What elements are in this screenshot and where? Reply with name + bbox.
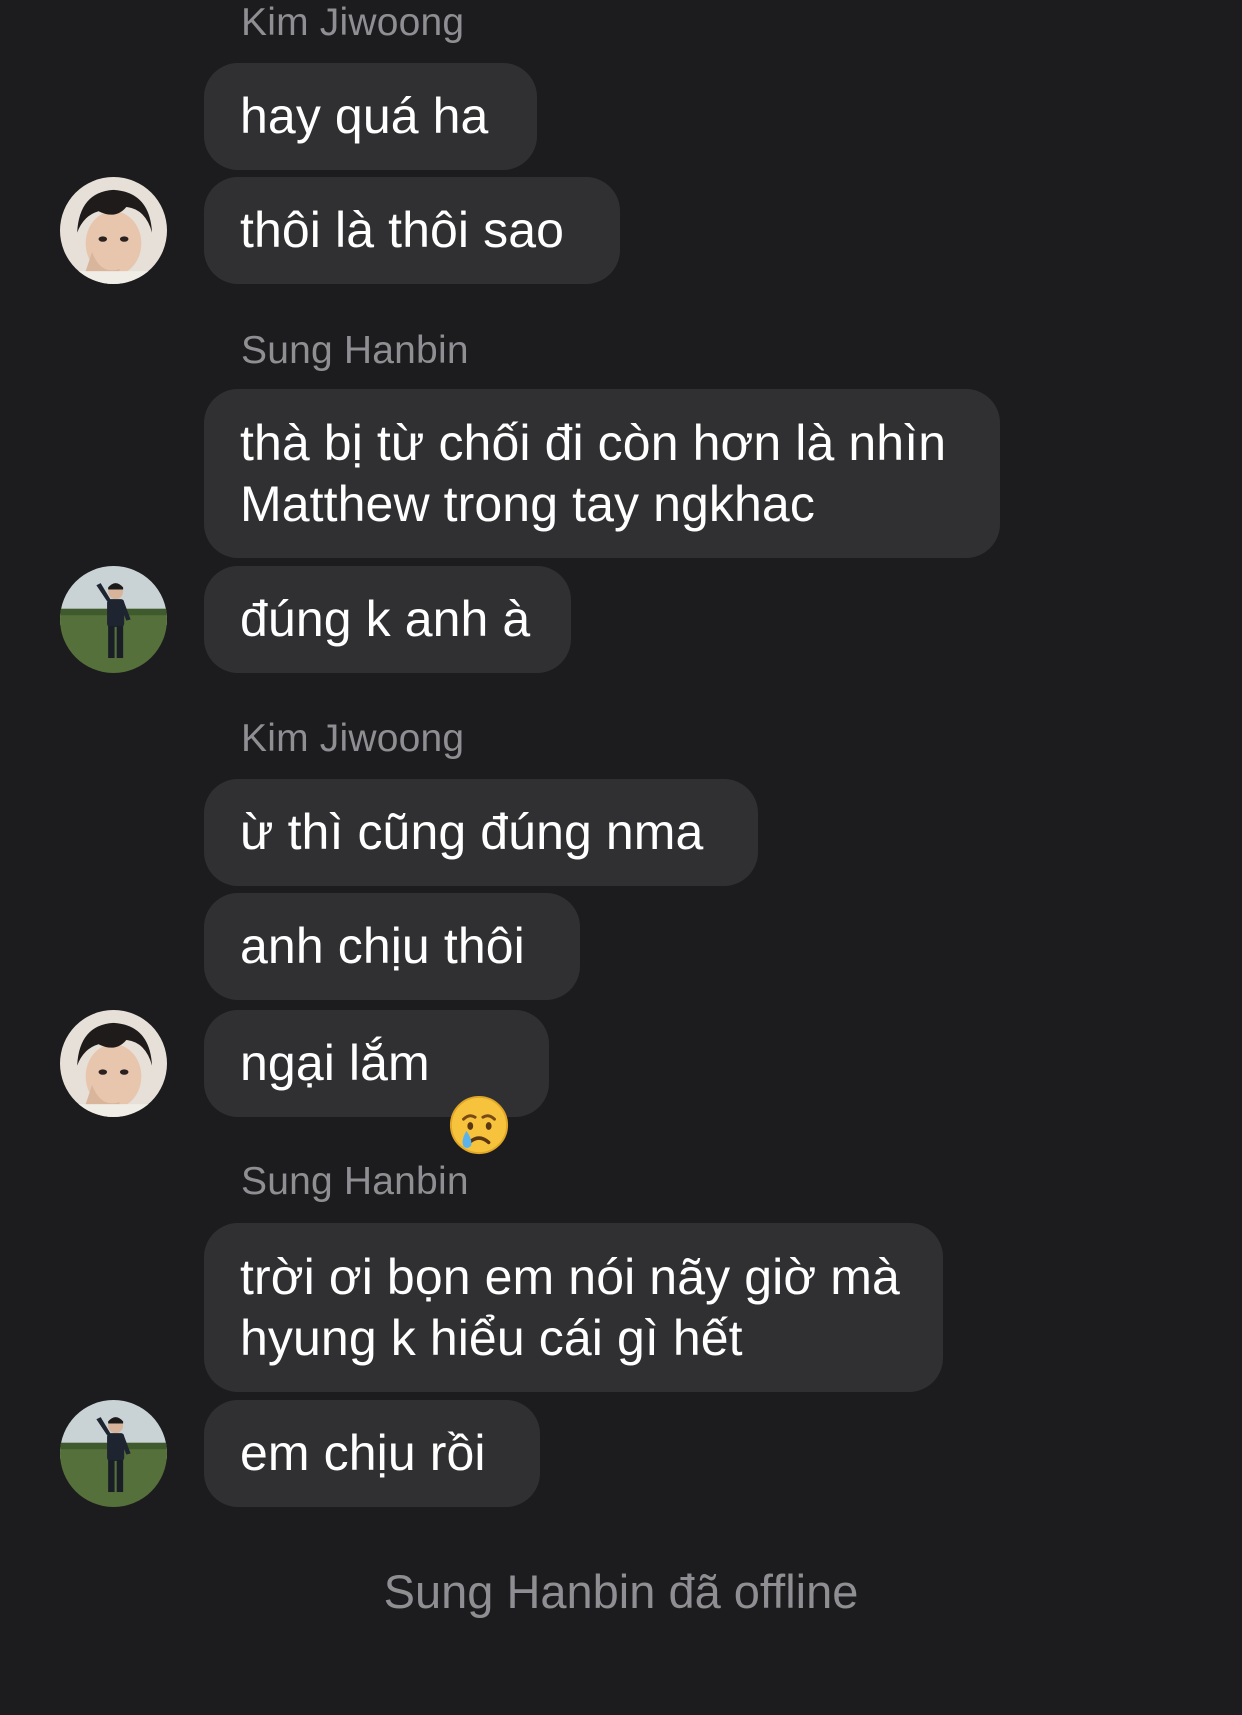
message-bubble[interactable]: thôi là thôi sao <box>204 177 620 284</box>
offline-status: Sung Hanbin đã offline <box>383 1565 859 1618</box>
message-bubble-with-emoji[interactable]: ngại lắm <box>204 1010 549 1154</box>
person-photo-icon <box>60 177 167 284</box>
sender-name: Kim Jiwoong <box>241 1 465 44</box>
crying-face-emoji-icon <box>448 1033 510 1154</box>
message-bubble[interactable]: đúng k anh à <box>204 566 571 673</box>
chat-thread: Kim Jiwoong hay quá ha thôi là thôi sao … <box>0 0 1242 1715</box>
sender-name: Sung Hanbin <box>241 329 469 372</box>
person-photo-icon <box>60 1400 167 1507</box>
message-bubble[interactable]: ừ thì cũng đúng nma <box>204 779 758 886</box>
sender-name: Kim Jiwoong <box>241 717 465 760</box>
avatar-sung-hanbin[interactable] <box>60 566 167 673</box>
avatar-kim-jiwoong[interactable] <box>60 1010 167 1117</box>
message-bubble[interactable]: em chịu rồi <box>204 1400 540 1507</box>
sender-name: Sung Hanbin <box>241 1160 469 1203</box>
message-bubble[interactable]: trời ơi bọn em nói nãy giờ mà hyung k hi… <box>204 1223 943 1392</box>
message-bubble[interactable]: thà bị từ chối đi còn hơn là nhìn Matthe… <box>204 389 1000 558</box>
message-text: ngại lắm <box>240 1035 430 1091</box>
avatar-kim-jiwoong[interactable] <box>60 177 167 284</box>
person-photo-icon <box>60 566 167 673</box>
avatar-sung-hanbin[interactable] <box>60 1400 167 1507</box>
person-photo-icon <box>60 1010 167 1117</box>
message-bubble[interactable]: hay quá ha <box>204 63 537 170</box>
message-bubble[interactable]: anh chịu thôi <box>204 893 580 1000</box>
